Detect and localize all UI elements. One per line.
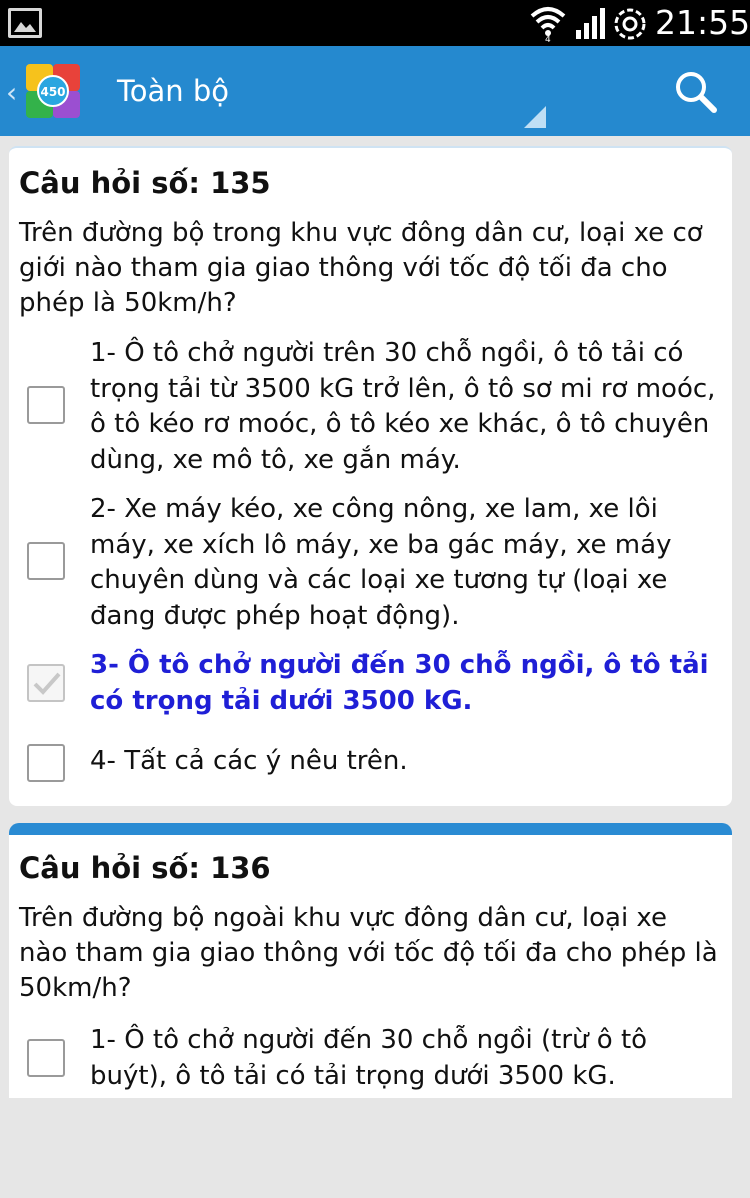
answer-option-correct[interactable]: 3- Ô tô chở người đến 30 chỗ ngồi, ô tô … (9, 648, 732, 720)
gallery-icon (8, 8, 42, 38)
check-icon (33, 672, 61, 695)
answer-label: 1- Ô tô chở người đến 30 chỗ ngồi (trừ ô… (90, 1025, 648, 1091)
logo-text: 450 (40, 85, 65, 99)
spinner-title[interactable]: Toàn bộ (117, 74, 229, 108)
answer-option[interactable]: 1- Ô tô chở người đến 30 chỗ ngồi (trừ ô… (9, 1023, 732, 1095)
answer-label: 2- Xe máy kéo, xe công nông, xe lam, xe … (90, 494, 672, 631)
answer-checkbox[interactable] (27, 744, 65, 782)
svg-text:4: 4 (545, 35, 551, 42)
answer-checkbox-checked[interactable] (27, 664, 65, 702)
sync-icon (614, 8, 646, 40)
answer-label: 3- Ô tô chở người đến 30 chỗ ngồi, ô tô … (90, 650, 709, 716)
question-title: Câu hỏi số: 136 (19, 851, 271, 885)
question-card: Câu hỏi số: 135 Trên đường bộ trong khu … (9, 146, 732, 806)
back-icon[interactable]: ‹ (6, 76, 17, 109)
question-text: Trên đường bộ trong khu vực đông dân cư,… (19, 218, 703, 318)
wifi-icon: 4 (530, 7, 566, 42)
status-bar: 4 21:55 (0, 0, 750, 46)
answer-label: 4- Tất cả các ý nêu trên. (90, 746, 408, 776)
action-bar: ‹ 450 Toàn bộ (0, 46, 750, 136)
spinner-arrow-icon[interactable] (524, 106, 546, 128)
question-text: Trên đường bộ ngoài khu vực đông dân cư,… (19, 903, 718, 1003)
answer-option[interactable]: 1- Ô tô chở người trên 30 chỗ ngồi, ô tô… (9, 336, 732, 478)
answer-label: 1- Ô tô chở người trên 30 chỗ ngồi, ô tô… (90, 338, 716, 475)
answer-checkbox[interactable] (27, 542, 65, 580)
clock: 21:55 (655, 3, 750, 42)
search-icon[interactable] (674, 70, 718, 114)
question-title: Câu hỏi số: 135 (19, 166, 271, 200)
answer-checkbox[interactable] (27, 1039, 65, 1077)
question-card: Câu hỏi số: 136 Trên đường bộ ngoài khu … (9, 823, 732, 1098)
answer-option[interactable]: 2- Xe máy kéo, xe công nông, xe lam, xe … (9, 492, 732, 634)
app-logo[interactable]: 450 (24, 62, 82, 120)
signal-icon (576, 8, 605, 39)
answer-option[interactable]: 4- Tất cả các ý nêu trên. (9, 744, 732, 784)
answer-checkbox[interactable] (27, 386, 65, 424)
